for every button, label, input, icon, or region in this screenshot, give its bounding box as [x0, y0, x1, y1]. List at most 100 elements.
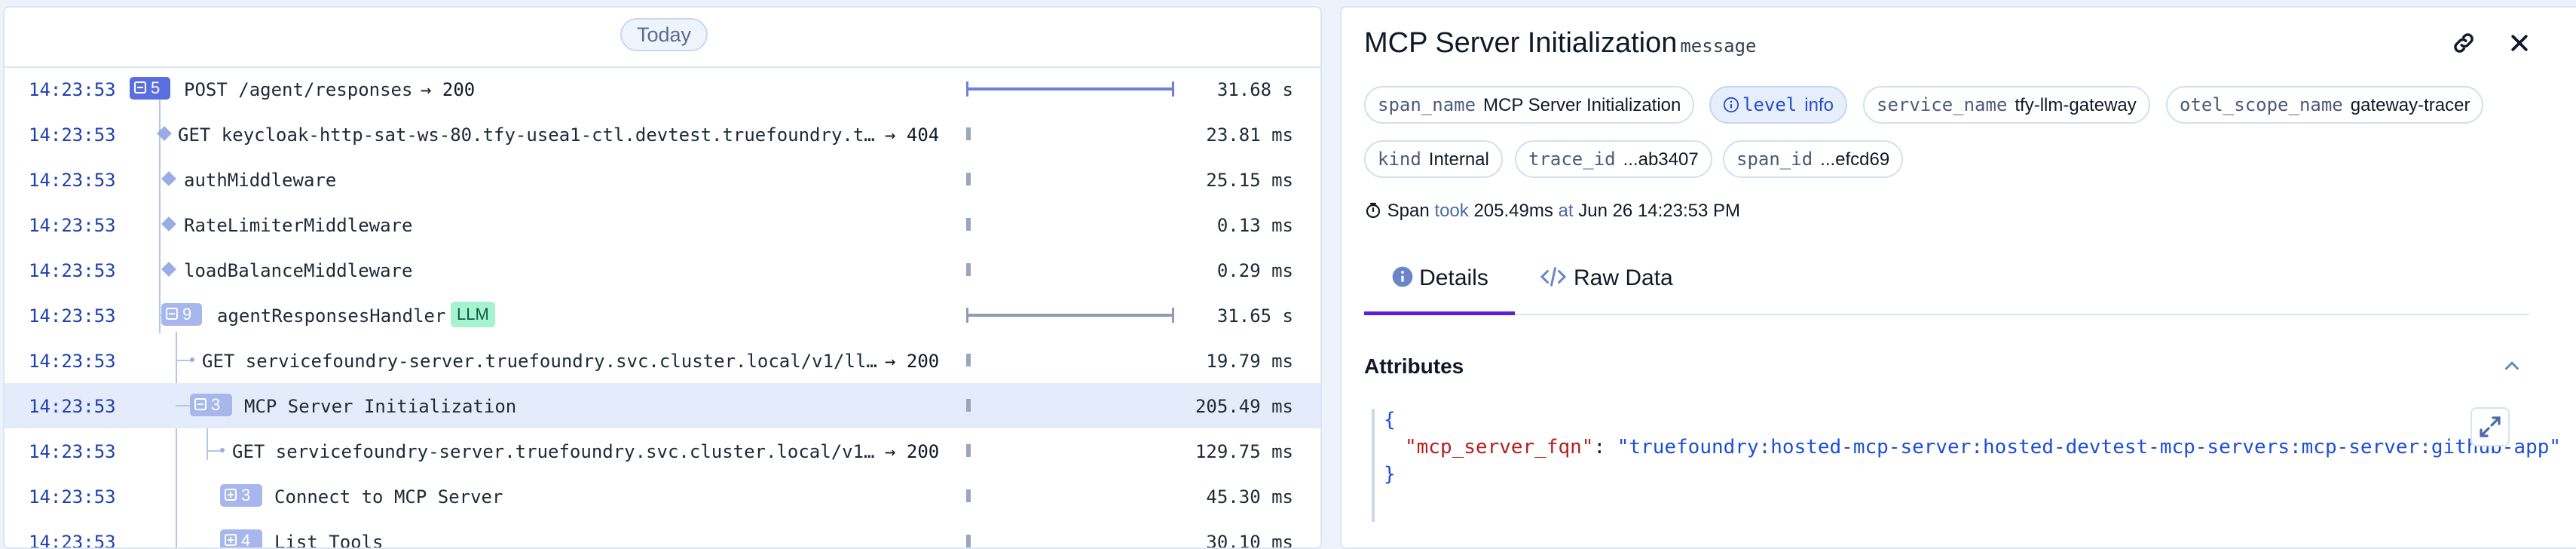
status-code: → 404 [885, 124, 940, 146]
span-label: GET keycloak-http-sat-ws-80.tfy-usea1-ct… [178, 124, 875, 146]
span-duration: 19.79 ms [1206, 351, 1293, 372]
child-count: 3 [241, 486, 251, 505]
expand-icon [225, 534, 237, 547]
duration-bar [966, 127, 971, 140]
span-row[interactable]: 14:23:53 5 POST /agent/responses → 200 3… [5, 66, 1320, 112]
span-node-icon [161, 262, 176, 277]
span-label: loadBalanceMiddleware [184, 260, 413, 281]
span-detail-panel: MCP Server Initialization message span_na… [1340, 6, 2576, 549]
chevron-up-icon[interactable] [2501, 354, 2523, 381]
expand-toggle[interactable]: 4 [220, 529, 262, 549]
child-count: 5 [151, 78, 161, 97]
span-time: 14:23:53 [29, 260, 116, 281]
span-label: POST /agent/responses [184, 79, 413, 100]
span-row[interactable]: 14:23:53 RateLimiterMiddleware 0.13 ms [5, 202, 1320, 247]
span-node-icon [161, 171, 176, 186]
span-duration: 31.65 s [1216, 305, 1293, 327]
span-time: 14:23:53 [29, 124, 116, 146]
detail-tabs: Details Raw Data [1364, 249, 2529, 315]
close-icon[interactable] [2508, 32, 2531, 58]
span-row[interactable]: 14:23:53 authMiddleware 25.15 ms [5, 157, 1320, 202]
chip-span-id[interactable]: span_id ...efcd69 [1723, 140, 1904, 178]
duration-bar [966, 263, 971, 276]
span-label: RateLimiterMiddleware [184, 215, 413, 236]
span-duration: 23.81 ms [1206, 124, 1293, 146]
child-count: 4 [241, 531, 251, 549]
chip-otel-scope-name: otel_scope_name gateway-tracer [2166, 86, 2484, 124]
span-duration: 45.30 ms [1206, 486, 1293, 508]
tree-connector [176, 405, 191, 406]
chip-kind: kind Internal [1364, 140, 1503, 178]
tab-raw-data[interactable]: Raw Data [1539, 249, 1690, 312]
span-duration: 30.10 ms [1206, 532, 1293, 549]
duration-bar [966, 81, 1174, 97]
duration-bar [966, 444, 971, 457]
duration-bar [966, 308, 1174, 323]
span-time: 14:23:53 [29, 351, 116, 372]
span-row[interactable]: 14:23:53 loadBalanceMiddleware 0.29 ms [5, 247, 1320, 293]
child-count: 3 [211, 395, 221, 414]
span-node-icon [190, 357, 194, 362]
span-row[interactable]: 14:23:53 GET servicefoundry-server.truef… [5, 338, 1320, 383]
span-duration: 0.13 ms [1216, 215, 1293, 236]
detail-title: MCP Server Initialization message [1364, 27, 1757, 60]
duration-bar [966, 173, 971, 186]
chip-trace-id[interactable]: trace_id ...ab3407 [1515, 140, 1712, 178]
collapse-toggle[interactable]: 9 [161, 303, 202, 326]
span-time: 14:23:53 [29, 79, 116, 100]
day-label: Today [620, 18, 708, 51]
span-duration: 25.15 ms [1206, 170, 1293, 191]
span-duration: 0.29 ms [1216, 260, 1293, 281]
llm-tag: LLM [451, 302, 495, 327]
span-label: GET servicefoundry-server.truefoundry.sv… [232, 441, 875, 462]
json-line: "mcp_server_fqn": "truefoundry:hosted-mc… [1405, 436, 2562, 459]
json-brace-open: { [1384, 409, 1396, 431]
info-icon [1392, 266, 1413, 287]
duration-bar [966, 399, 971, 412]
span-row[interactable]: 14:23:53 3 Connect to MCP Server 45.30 m… [5, 474, 1320, 519]
span-row-selected[interactable]: 14:23:53 3 MCP Server Initialization 205… [5, 383, 1320, 428]
expand-toggle[interactable]: 3 [220, 484, 262, 507]
tab-details[interactable]: Details [1364, 249, 1515, 315]
span-row[interactable]: 14:23:53 9 agentResponsesHandler LLM 31.… [5, 293, 1320, 338]
span-label: authMiddleware [184, 170, 337, 191]
collapse-toggle[interactable]: 3 [190, 394, 232, 416]
duration-bar [966, 354, 971, 367]
status-code: → 200 [885, 441, 940, 462]
chip-level: level info [1709, 86, 1847, 124]
span-time: 14:23:53 [29, 170, 116, 191]
code-icon [1540, 267, 1567, 287]
duration-bar [966, 218, 971, 231]
span-time: 14:23:53 [29, 305, 116, 327]
child-count: 9 [182, 305, 192, 324]
expand-icon [2480, 416, 2501, 437]
trace-timeline-panel: Today 14:23:53 5 POST /agent/responses →… [3, 6, 1322, 549]
span-label: MCP Server Initialization [244, 396, 517, 417]
span-row[interactable]: 14:23:53 4 List Tools 30.10 ms [5, 519, 1320, 549]
tree-connector [176, 360, 191, 361]
span-timing: Span took 205.49ms at Jun 26 14:23:53 PM [1364, 201, 1740, 222]
duration-bar [966, 489, 971, 502]
span-label: List Tools [274, 532, 384, 549]
span-row[interactable]: 14:23:53 GET servicefoundry-server.truef… [5, 428, 1320, 474]
span-node-icon [157, 126, 172, 141]
collapse-icon [134, 81, 146, 94]
expand-button[interactable] [2470, 407, 2510, 446]
collapse-toggle[interactable]: 5 [130, 77, 170, 100]
status-code: → 200 [421, 79, 476, 100]
collapse-icon [194, 398, 207, 411]
link-icon[interactable] [2451, 30, 2477, 60]
span-time: 14:23:53 [29, 396, 116, 417]
span-time: 14:23:53 [29, 532, 116, 549]
span-label: Connect to MCP Server [274, 486, 503, 508]
span-time: 14:23:53 [29, 215, 116, 236]
expand-icon [225, 489, 237, 501]
span-node-icon [220, 448, 225, 452]
span-duration: 205.49 ms [1195, 396, 1293, 417]
json-brace-close: } [1384, 463, 1396, 486]
span-row[interactable]: 14:23:53 GET keycloak-http-sat-ws-80.tfy… [5, 112, 1320, 157]
span-duration: 31.68 s [1216, 79, 1293, 100]
timer-icon [1366, 202, 1381, 218]
span-duration: 129.75 ms [1195, 441, 1293, 462]
attributes-title: Attributes [1364, 354, 1464, 378]
